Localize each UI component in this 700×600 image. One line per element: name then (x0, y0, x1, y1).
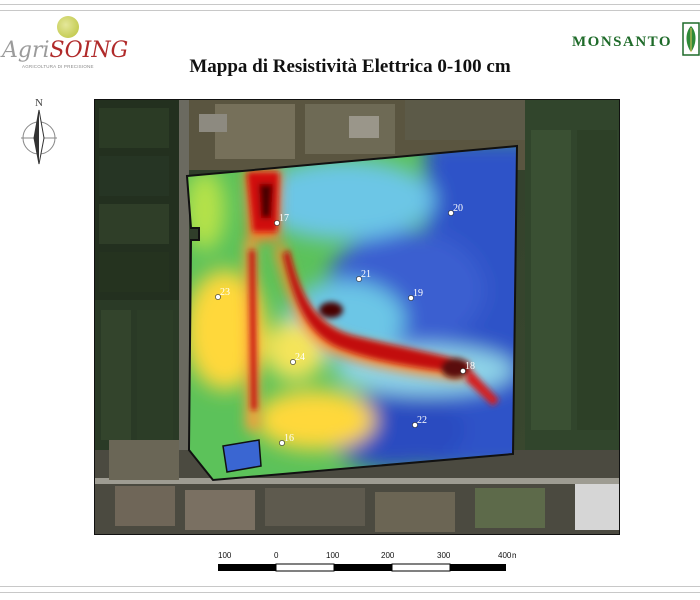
resistivity-layer (187, 146, 517, 480)
sample-point-24-label: 24 (295, 352, 305, 363)
sample-point-23-label: 23 (220, 287, 230, 298)
scale-tick-label: 200 (381, 551, 395, 560)
sample-point-18-label: 18 (465, 361, 475, 372)
sample-point-16-label: 16 (284, 433, 294, 444)
monsanto-wordmark: MONSANTO (572, 34, 673, 50)
north-arrow-icon: N (21, 97, 57, 165)
scale-bar-labels: 100 0 100 200 300 400 m (218, 551, 516, 560)
sample-point-20-label: 20 (453, 203, 463, 214)
monsanto-leaf-icon (682, 22, 700, 56)
scale-tick-label: 0 (274, 551, 279, 560)
scale-unit-label: m (512, 551, 516, 560)
sample-point-19-label: 19 (413, 288, 423, 299)
scale-tick-label: 100 (218, 551, 232, 560)
map-canvas: 17 20 21 19 23 24 18 22 16 (95, 100, 619, 534)
pond-area (222, 439, 262, 473)
resistivity-map: 17 20 21 19 23 24 18 22 16 (94, 99, 620, 535)
top-rule (0, 4, 700, 5)
scale-bar-segments (218, 563, 506, 572)
top-rule-inner (0, 10, 700, 11)
bottom-rule (0, 586, 700, 587)
scale-tick-label: 100 (326, 551, 340, 560)
north-label: N (35, 97, 43, 109)
sample-point-21-label: 21 (361, 269, 371, 280)
sample-point-22-label: 22 (417, 415, 427, 426)
scale-tick-label: 300 (437, 551, 451, 560)
sample-point-17-label: 17 (279, 213, 289, 224)
sun-icon (57, 16, 79, 38)
scale-tick-label: 400 (498, 551, 512, 560)
map-title: Mappa di Resistività Elettrica 0-100 cm (189, 56, 511, 77)
bottom-rule-inner (0, 592, 700, 593)
monsanto-logo: MONSANTO (572, 14, 700, 58)
scale-bar: 100 0 100 200 300 400 m (218, 551, 516, 572)
